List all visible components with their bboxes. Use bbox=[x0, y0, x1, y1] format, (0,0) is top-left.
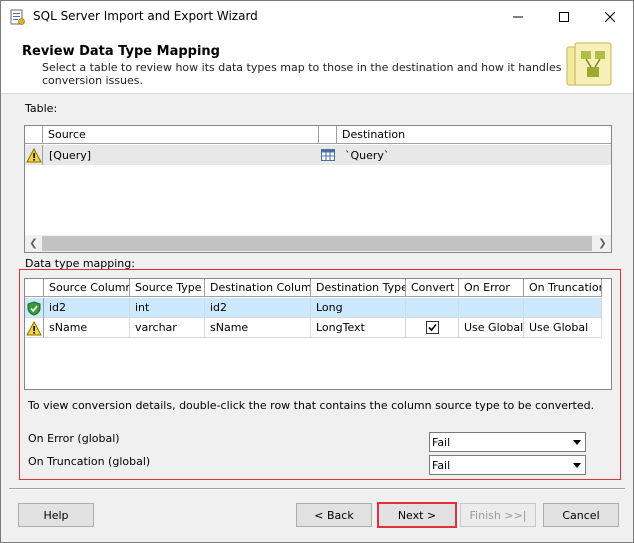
scroll-right-icon[interactable]: ❯ bbox=[594, 235, 611, 252]
mapping-row-status bbox=[25, 318, 44, 338]
checkmark-icon bbox=[428, 323, 437, 332]
on-error-global-label: On Error (global) bbox=[28, 432, 120, 445]
mapping-cell-source-type: varchar bbox=[130, 318, 205, 338]
table-row-source: [Query] bbox=[49, 149, 92, 162]
table-label: Table: bbox=[25, 102, 58, 115]
mapping-cell-on-error[interactable] bbox=[459, 298, 524, 318]
mapping-row-status bbox=[25, 298, 44, 318]
scroll-left-icon[interactable]: ❮ bbox=[25, 235, 42, 252]
convert-checkbox[interactable] bbox=[426, 321, 439, 334]
warning-icon bbox=[26, 321, 42, 336]
window-title: SQL Server Import and Export Wizard bbox=[33, 9, 258, 23]
column-header-source-type[interactable]: Source Type bbox=[130, 279, 205, 297]
minimize-button[interactable] bbox=[495, 1, 541, 32]
wizard-app-icon bbox=[10, 9, 25, 25]
mapping-cell-destination-column: id2 bbox=[205, 298, 311, 318]
maximize-button[interactable] bbox=[541, 1, 587, 32]
maximize-icon bbox=[559, 11, 569, 22]
column-header-on-truncation[interactable]: On Truncation bbox=[524, 279, 602, 297]
minimize-icon bbox=[513, 16, 523, 17]
column-header-spacer bbox=[319, 126, 337, 144]
on-error-global-value: Fail bbox=[432, 436, 451, 449]
finish-button: Finish >>| bbox=[460, 503, 536, 527]
mapping-cell-on-truncation[interactable]: Use Global bbox=[524, 318, 602, 338]
mapping-row[interactable]: sName varchar sName LongText Use Global … bbox=[25, 318, 603, 338]
wizard-window: SQL Server Import and Export Wizard Revi… bbox=[0, 0, 634, 543]
mapping-grid-corner bbox=[25, 279, 44, 297]
table-grid-corner bbox=[25, 126, 43, 144]
scroll-thumb[interactable] bbox=[42, 236, 592, 251]
ok-shield-icon bbox=[27, 301, 41, 316]
warning-icon bbox=[26, 148, 42, 163]
column-header-on-error[interactable]: On Error bbox=[459, 279, 524, 297]
mapping-hint: To view conversion details, double-click… bbox=[28, 399, 595, 412]
mapping-cell-destination-type: LongText bbox=[311, 318, 406, 338]
close-icon bbox=[605, 11, 615, 22]
table-row-status bbox=[25, 145, 43, 165]
table-row[interactable]: [Query] `Query` bbox=[25, 145, 611, 165]
column-header-convert[interactable]: Convert bbox=[406, 279, 459, 297]
table-grid[interactable]: Source Destination [Query] `Query` ❮ ❯ bbox=[24, 125, 612, 253]
mapping-cell-destination-type: Long bbox=[311, 298, 406, 318]
mapping-cell-source-column: sName bbox=[44, 318, 130, 338]
mapping-label: Data type mapping: bbox=[25, 257, 135, 270]
help-button[interactable]: Help bbox=[18, 503, 94, 527]
on-truncation-global-value: Fail bbox=[432, 459, 451, 472]
chevron-down-icon[interactable] bbox=[569, 456, 585, 474]
mapping-row[interactable]: id2 int id2 Long bbox=[25, 298, 603, 318]
page-description: Select a table to review how its data ty… bbox=[42, 61, 562, 87]
mapping-cell-destination-column: sName bbox=[205, 318, 311, 338]
mapping-cell-convert bbox=[406, 298, 459, 318]
column-header-source-column[interactable]: Source Column bbox=[44, 279, 130, 297]
wizard-graphic-icon bbox=[566, 42, 612, 86]
cancel-button[interactable]: Cancel bbox=[543, 503, 619, 527]
table-grid-icon bbox=[321, 149, 335, 161]
mapping-cell-on-truncation[interactable] bbox=[524, 298, 602, 318]
next-button[interactable]: Next > bbox=[377, 502, 457, 528]
on-truncation-global-select[interactable]: Fail bbox=[429, 455, 586, 475]
page-title: Review Data Type Mapping bbox=[22, 44, 220, 59]
column-header-destination-column[interactable]: Destination Column bbox=[205, 279, 311, 297]
column-header-source[interactable]: Source bbox=[43, 126, 319, 144]
close-button[interactable] bbox=[587, 1, 633, 32]
title-bar: SQL Server Import and Export Wizard bbox=[1, 1, 633, 32]
chevron-down-icon[interactable] bbox=[569, 433, 585, 451]
mapping-cell-source-column: id2 bbox=[44, 298, 130, 318]
table-horizontal-scrollbar[interactable]: ❮ ❯ bbox=[25, 235, 611, 252]
table-row-destination: `Query` bbox=[345, 149, 390, 162]
column-header-destination[interactable]: Destination bbox=[337, 126, 611, 144]
page-header: Review Data Type Mapping Select a table … bbox=[1, 32, 633, 94]
mapping-cell-source-type: int bbox=[130, 298, 205, 318]
column-header-destination-type[interactable]: Destination Type bbox=[311, 279, 406, 297]
mapping-cell-on-error[interactable]: Use Global bbox=[459, 318, 524, 338]
on-error-global-select[interactable]: Fail bbox=[429, 432, 586, 452]
mapping-grid[interactable]: Source Column Source Type Destination Co… bbox=[24, 278, 612, 390]
mapping-cell-convert bbox=[406, 318, 459, 338]
back-button[interactable]: < Back bbox=[296, 503, 372, 527]
footer-separator bbox=[9, 488, 625, 490]
on-truncation-global-label: On Truncation (global) bbox=[28, 455, 151, 468]
